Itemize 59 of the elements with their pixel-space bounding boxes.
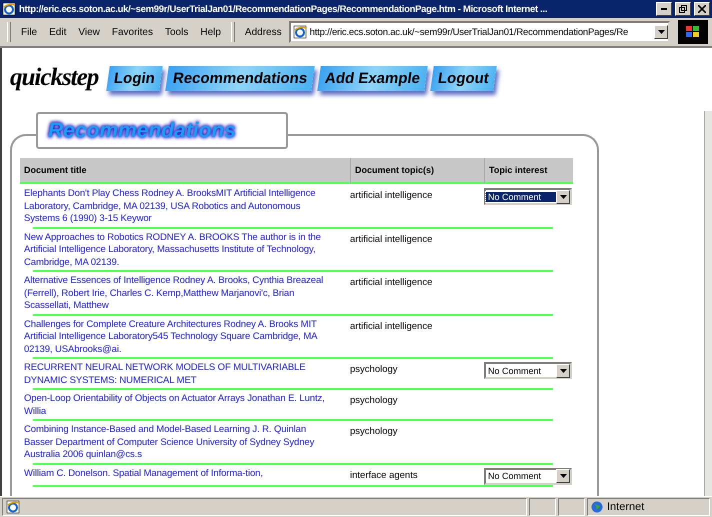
address-field[interactable]: http://eric.ecs.soton.ac.uk/~sem99r/UserTrialJan01/RecommendationPages/Re: [288, 21, 670, 43]
zone-label: Internet: [607, 501, 644, 513]
dropdown-button[interactable]: [556, 364, 570, 378]
document-link[interactable]: RECURRENT NEURAL NETWORK MODELS OF MULTIVARIABLE DYNAMIC SYSTEMS: NUMERICAL MET: [20, 359, 350, 388]
topic-text: artificial intelligence: [350, 232, 434, 246]
document-link[interactable]: Combining Instance-Based and Model-Based Learning J. R. Quinlan Basser Department of Computer Science University of Sydney Sydney Australia 2006 quinlan@cs.s: [20, 421, 350, 462]
topic-text: psychology: [350, 363, 399, 377]
interest-select[interactable]: No Comment: [484, 362, 572, 379]
status-pane: [529, 498, 556, 516]
caret-icon: [560, 474, 566, 478]
panel-title: Recommendations: [48, 118, 236, 142]
dropdown-button[interactable]: [556, 190, 570, 204]
menu-item[interactable]: Tools: [160, 24, 194, 40]
document-link[interactable]: New Approaches to Robotics RODNEY A. BROOKS The author is in the Artificial Intelligence Laboratory, Massachusetts Institute of Technology, Cambridge, MA 02139.: [20, 228, 350, 270]
nav-button[interactable]: Add Example: [318, 66, 428, 90]
column-header: Topic interest: [484, 158, 573, 184]
interest-select[interactable]: No Comment: [484, 468, 572, 484]
menu-item[interactable]: View: [73, 24, 105, 40]
restore-button[interactable]: [675, 2, 691, 16]
topic-text: interface agents: [350, 468, 419, 482]
nav-button[interactable]: Login: [106, 66, 163, 90]
menu-item[interactable]: Edit: [44, 24, 72, 40]
topic-text: artificial intelligence: [350, 189, 434, 203]
close-icon: [698, 5, 706, 13]
topic-text: artificial intelligence: [350, 320, 434, 334]
nav-button[interactable]: Recommendations: [165, 66, 315, 90]
menu-item[interactable]: Favorites: [106, 24, 158, 40]
document-link[interactable]: William C. Donelson. Spatial Management of Informa-tion,: [20, 464, 350, 484]
document-link[interactable]: Open-Loop Orientability of Objects on Actuator Arrays Jonathan E. Luntz, Willia: [20, 390, 350, 419]
topic-text: psychology: [350, 394, 399, 408]
document-link[interactable]: Alternative Essences of Intelligence Rodney A. Brooks, Cynthia Breazeal (Ferrell), Robert Irie, Charles C. Kemp,Matthew Marjanovi'c, Brian Scassellati, Matthew: [20, 272, 350, 314]
minimize-icon: [661, 8, 667, 10]
column-header: Document topic(s): [350, 158, 484, 184]
site-logo: quickstep: [10, 64, 98, 92]
caret-icon: [560, 194, 566, 198]
column-header: Document title: [20, 158, 350, 184]
status-pane: [558, 498, 585, 516]
minimize-button[interactable]: [656, 2, 672, 16]
interest-select[interactable]: No Comment: [484, 188, 572, 205]
globe-icon: [591, 501, 603, 513]
caret-icon: [658, 30, 664, 34]
dropdown-button[interactable]: [654, 25, 668, 39]
page-icon: [292, 25, 307, 39]
restore-icon: [679, 5, 687, 13]
topic-text: artificial intelligence: [350, 276, 434, 290]
menu-item[interactable]: File: [16, 24, 42, 40]
dropdown-button[interactable]: [556, 469, 570, 483]
page-icon: [6, 500, 20, 514]
windows-logo-icon: [678, 20, 708, 44]
browser-icon: [2, 2, 16, 16]
address-label: Address: [244, 26, 283, 40]
document-link[interactable]: Elephants Don't Play Chess Rodney A. BrooksMIT Artificial Intelligence Laboratory, Cambridge, MA 02139, USA Robotics and Autonomous Systems 6 (1990) 3-15 Keywor: [20, 185, 350, 226]
window-title: http://eric.ecs.soton.ac.uk/~sem99r/UserTrialJan01/RecommendationPages/RecommendationPage.htm - Microsoft Internet ...: [19, 4, 548, 14]
nav-button[interactable]: Logout: [430, 66, 497, 90]
document-link[interactable]: Challenges for Complete Creature Architectures Rodney A. Brooks MIT Artificial Intelligence Laboratory545 Technology Square Cambridge, MA 02139, USAbrooks@ai.: [20, 316, 350, 357]
caret-icon: [560, 368, 566, 372]
topic-text: psychology: [350, 425, 399, 439]
menu-item[interactable]: Help: [195, 24, 226, 40]
close-button[interactable]: [694, 2, 710, 16]
